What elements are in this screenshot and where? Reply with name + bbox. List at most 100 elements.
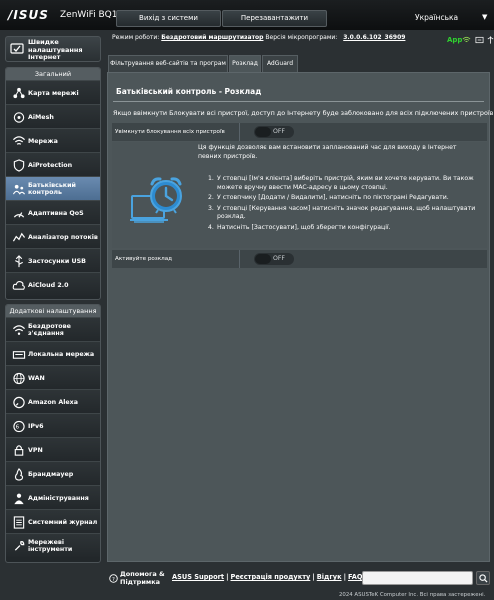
sidebar-item[interactable]: Брандмауер xyxy=(6,461,100,485)
sidebar-item-label: Адміністрування xyxy=(28,494,89,502)
qos-icon xyxy=(13,212,25,218)
search-button[interactable] xyxy=(476,571,490,585)
network-status-icon[interactable] xyxy=(475,36,484,44)
sidebar-item[interactable]: Карта мережі xyxy=(6,80,100,104)
sidebar-item[interactable]: Локальна мережа xyxy=(6,341,100,365)
asus-support-link[interactable]: ASUS Support xyxy=(172,573,224,581)
sidebar-item[interactable]: Адміністрування xyxy=(6,485,100,509)
schedule-toggle[interactable]: OFF xyxy=(254,253,294,265)
reboot-button[interactable]: Перезавантажити xyxy=(222,10,327,27)
schedule-intro: Ця функція дозволяє вам встановити запла… xyxy=(198,144,457,160)
vpn-icon xyxy=(14,445,24,456)
operation-mode-link[interactable]: Бездротовий маршрутизатор xyxy=(161,34,263,41)
wifi-status-icon[interactable] xyxy=(462,36,471,44)
step-number: 1. xyxy=(208,175,214,182)
sidebar-item[interactable]: WAN xyxy=(6,365,100,389)
block-all-toggle[interactable]: OFF xyxy=(254,126,294,138)
network-tools-icon xyxy=(14,541,25,551)
tab-schedule[interactable]: Розклад xyxy=(229,55,261,72)
schedule-label: Активуйте розклад xyxy=(115,250,240,268)
sidebar-item[interactable]: VPN xyxy=(6,437,100,461)
sidebar-item-label: AiProtection xyxy=(28,161,73,169)
step-number: 3. xyxy=(208,204,214,212)
chevron-down-icon[interactable]: ▼ xyxy=(482,13,487,21)
logout-button[interactable]: Вихід з системи xyxy=(116,10,221,27)
title-divider xyxy=(113,101,484,102)
sidebar-item[interactable]: 6 IPv6 xyxy=(6,413,100,437)
sidebar-item-label: Карта мережі xyxy=(28,89,79,97)
sidebar-item[interactable]: AiProtection xyxy=(6,152,100,176)
sidebar-item[interactable]: Мережа xyxy=(6,128,100,152)
sidebar-item-label: Батьківський контроль xyxy=(28,182,76,196)
network-map-icon xyxy=(13,87,25,99)
help-icon[interactable]: ? xyxy=(109,574,118,583)
sidebar-item[interactable]: Аналізатор потоків xyxy=(6,224,100,248)
system-log-icon xyxy=(13,516,25,529)
sidebar-item[interactable]: Amazon Alexa xyxy=(6,389,100,413)
sidebar-item[interactable]: AiCloud 2.0 xyxy=(6,272,100,296)
page-title: Батьківський контроль - Розклад xyxy=(116,87,262,96)
footer-links: ASUS Support | Реєстрація продукту | Відгук |… xyxy=(172,573,362,581)
firmware-prefix: Версія мікропрограми: xyxy=(265,34,338,41)
main-panel: Батьківський контроль - Розклад Якщо вві… xyxy=(107,72,494,562)
sidebar-item-label: AiCloud 2.0 xyxy=(28,281,69,289)
aimesh-icon xyxy=(13,112,25,123)
step-text: У стовпці [Керування часом] натисніть зн… xyxy=(217,204,476,221)
sidebar-item[interactable]: Системний журнал xyxy=(6,509,100,533)
instruction-step: 1. У стовпці [Ім'я клієнта] виберіть прис… xyxy=(208,175,483,192)
advanced-menu: Додаткові налаштування Бездротове з'єдна… xyxy=(5,304,101,563)
firewall-icon xyxy=(14,468,24,481)
schedule-row: Активуйте розклад OFF xyxy=(112,250,487,268)
step-number: 4. xyxy=(208,223,214,231)
sidebar-item-label: Мережеві інструменти xyxy=(28,539,73,553)
parental-control-icon xyxy=(12,184,26,195)
sidebar-item-label: Бездротове з'єднання xyxy=(28,323,71,337)
ipv6-icon: 6 xyxy=(13,420,25,433)
search-input[interactable] xyxy=(362,571,473,585)
asus-logo[interactable]: /ISUS xyxy=(8,8,49,22)
block-all-state: OFF xyxy=(273,128,285,135)
quick-setup-icon xyxy=(10,43,24,54)
lan-icon xyxy=(12,351,26,359)
administration-icon xyxy=(14,493,24,505)
wireless-icon xyxy=(13,325,25,335)
general-menu-header: Загальний xyxy=(6,68,100,80)
sidebar-item[interactable]: Бездротове з'єднання xyxy=(6,317,100,341)
status-line: Режим роботи: Бездротовий маршрутизатор … xyxy=(112,34,405,41)
shield-icon xyxy=(13,159,25,172)
faq-link[interactable]: FAQ xyxy=(348,573,362,581)
sidebar-item-label: Локальна мережа xyxy=(28,350,95,358)
globe-icon xyxy=(13,372,25,385)
top-bar: /ISUS ZenWiFi BQ16 Вихід з системи Перез… xyxy=(0,0,494,30)
sidebar-item-label: AiMesh xyxy=(28,113,54,121)
sidebar-item[interactable]: Батьківський контроль xyxy=(6,176,100,200)
block-all-label: Увімкнути блокування всіх пристроїв xyxy=(115,123,240,141)
help-support-link[interactable]: Допомога & Підтримка xyxy=(120,570,168,586)
info-box: Ця функція дозволяє вам встановити запла… xyxy=(112,142,487,248)
sidebar-item-label: WAN xyxy=(28,374,45,382)
tab-adguard[interactable]: AdGuard xyxy=(262,55,298,72)
product-registration-link[interactable]: Реєстрація продукту xyxy=(231,573,311,581)
firmware-version-link[interactable]: 3.0.0.6.102_36909 xyxy=(343,34,405,41)
general-menu: Загальний Карта мережі AiMesh Мережа AiProt… xyxy=(5,67,101,300)
step-text: У стовпчику [Додати / Видалити], натисні… xyxy=(217,194,449,201)
separator: | xyxy=(312,573,315,581)
quick-setup-button[interactable]: Швидке налаштування Інтернет xyxy=(5,36,101,62)
sidebar-item[interactable]: Застосунки USB xyxy=(6,248,100,272)
svg-text:6: 6 xyxy=(16,425,20,431)
quick-setup-label: Швидке налаштування Інтернет xyxy=(28,38,83,61)
step-text: У стовпці [Ім'я клієнта] виберіть пристр… xyxy=(217,175,474,191)
language-select[interactable]: Українська xyxy=(415,13,458,22)
instruction-steps: 1. У стовпці [Ім'я клієнта] виберіть прис… xyxy=(208,175,483,234)
app-link[interactable]: App xyxy=(447,36,462,44)
instruction-step: 4. Натисніть [Застосувати], щоб зберегти … xyxy=(208,224,483,233)
sidebar-item[interactable]: Мережеві інструменти xyxy=(6,533,100,557)
usb-status-icon[interactable] xyxy=(486,36,494,44)
sidebar-item[interactable]: AiMesh xyxy=(6,104,100,128)
sidebar-item-label: Системний журнал xyxy=(28,518,98,526)
feedback-link[interactable]: Відгук xyxy=(317,573,342,581)
tab-web-filter[interactable]: Фільтрування веб-сайтів та програм xyxy=(108,55,228,72)
sidebar-item-label: Аналізатор потоків xyxy=(28,233,98,241)
sidebar-item[interactable]: Адаптивна QoS xyxy=(6,200,100,224)
sidebar-item-label: VPN xyxy=(28,446,43,454)
